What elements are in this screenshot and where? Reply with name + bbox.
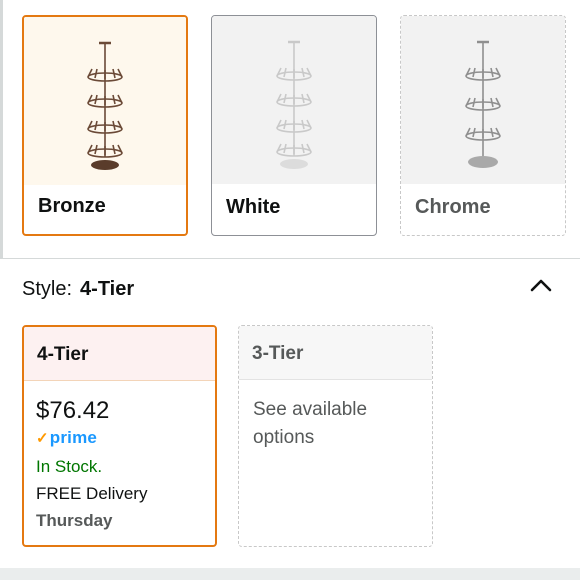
style-label: Style: <box>22 278 73 300</box>
delivery-text: FREE Delivery <box>36 484 148 503</box>
style-option-3-tier[interactable]: 3-Tier See available options <box>238 325 433 547</box>
style-selector-header: Style: 4-Tier <box>22 278 134 301</box>
left-edge-rule <box>0 0 3 258</box>
chevron-up-icon <box>530 279 552 292</box>
product-thumbnail-white <box>212 16 376 184</box>
color-option-bronze[interactable]: Bronze <box>22 15 188 236</box>
product-thumbnail-bronze <box>24 17 186 185</box>
availability-text: See available options <box>253 399 368 448</box>
product-thumbnail-chrome <box>401 16 565 184</box>
prime-badge: ✓prime <box>36 428 97 448</box>
section-separator-band <box>0 568 580 580</box>
style-selected-value: 4-Tier <box>80 278 135 300</box>
color-option-chrome[interactable]: Chrome <box>400 15 566 236</box>
color-option-label: Chrome <box>415 196 491 218</box>
color-option-label: White <box>226 196 281 218</box>
stock-status: In Stock. <box>36 457 103 476</box>
section-divider <box>0 258 580 259</box>
style-option-title: 4-Tier <box>24 327 215 381</box>
shoe-tree-chrome-image <box>465 40 501 168</box>
collapse-style-button[interactable] <box>524 270 558 300</box>
shoe-tree-white-image <box>276 40 312 169</box>
color-option-white[interactable]: White <box>211 15 377 236</box>
color-option-label: Bronze <box>38 195 106 217</box>
delivery-day: Thursday <box>36 511 113 530</box>
style-option-4-tier[interactable]: 4-Tier $76.42 ✓prime In Stock. FREE Deli… <box>22 325 217 547</box>
prime-text: prime <box>49 428 98 447</box>
style-option-title: 3-Tier <box>239 326 432 380</box>
prime-check-icon: ✓ <box>36 430 49 447</box>
price: $76.42 <box>36 397 110 424</box>
shoe-tree-bronze-image <box>87 41 123 170</box>
